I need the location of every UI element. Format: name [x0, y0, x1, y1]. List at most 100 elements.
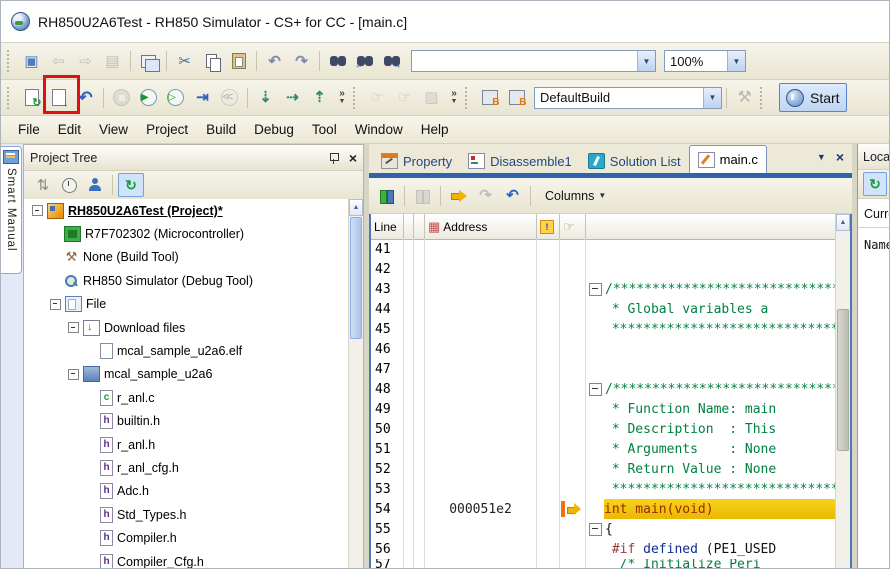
code-cell[interactable] — [586, 239, 836, 259]
menu-tool[interactable]: Tool — [303, 118, 346, 141]
code-text[interactable]: #if defined (PE1_USED — [604, 539, 836, 559]
fold-expander-icon[interactable] — [589, 383, 602, 396]
code-text[interactable] — [604, 339, 836, 359]
toolbar-overflow-button[interactable]: »▼ — [447, 85, 461, 111]
clock-icon[interactable] — [57, 174, 81, 196]
find-previous-icon[interactable]: ← — [352, 49, 377, 74]
tree-item[interactable]: hr_anl_cfg.h — [24, 456, 363, 479]
code-text[interactable]: /****************************** — [605, 379, 836, 399]
rebuild-mode-icon[interactable] — [504, 85, 529, 110]
menu-help[interactable]: Help — [412, 118, 458, 141]
code-text[interactable]: * Arguments : None — [604, 439, 836, 459]
code-cell[interactable]: * Global variables a — [586, 299, 836, 319]
tree-item[interactable]: hr_anl.h — [24, 433, 363, 456]
tree-item[interactable]: Download files — [24, 316, 363, 339]
code-text[interactable]: ****************************** — [604, 319, 836, 339]
tree-item[interactable]: RH850U2A6Test (Project)* — [24, 199, 363, 222]
code-cell[interactable]: * Function Name: main — [586, 399, 836, 419]
tree-item[interactable]: mcal_sample_u2a6.elf — [24, 339, 363, 362]
code-text[interactable]: * Global variables a — [604, 299, 836, 319]
tree-item[interactable]: cr_anl.c — [24, 386, 363, 409]
build-mode-combobox[interactable]: DefaultBuild ▼ — [534, 87, 722, 109]
ignore-break-go-icon[interactable]: ▷ — [163, 85, 188, 110]
step-return-icon[interactable]: ⇡ — [307, 85, 332, 110]
toolbar-grip[interactable] — [465, 87, 472, 109]
tab-disassemble1[interactable]: Disassemble1 — [460, 149, 580, 173]
menu-edit[interactable]: Edit — [49, 118, 90, 141]
chevron-down-icon[interactable]: ▼ — [703, 88, 721, 108]
build-download-icon[interactable] — [19, 85, 44, 110]
pin-icon[interactable] — [327, 151, 341, 165]
tab-main-c[interactable]: main.c — [689, 145, 767, 173]
code-cell[interactable]: * Return Value : None — [586, 459, 836, 479]
project-tree-scrollbar[interactable]: ▲ — [348, 199, 363, 569]
cut-icon[interactable]: ✂ — [172, 49, 197, 74]
jump-to-function-icon[interactable] — [446, 183, 471, 208]
paste-icon[interactable] — [226, 49, 251, 74]
columns-dropdown[interactable]: Columns ▼ — [545, 189, 606, 203]
watch-registers-icon[interactable] — [374, 183, 399, 208]
cascade-windows-icon[interactable] — [136, 49, 161, 74]
step-over-icon[interactable]: ⇢ — [280, 85, 305, 110]
code-text[interactable] — [604, 239, 836, 259]
scrollbar-thumb[interactable] — [837, 309, 849, 451]
code-cell[interactable]: #if defined (PE1_USED — [586, 539, 836, 559]
highlighted-code-line[interactable]: int main(void) — [604, 499, 836, 519]
code-cell[interactable]: ****************************** — [586, 479, 836, 499]
smart-manual-tab[interactable]: Smart Manual — [1, 146, 22, 274]
step-in-icon[interactable]: ⇣ — [253, 85, 278, 110]
code-text[interactable] — [604, 359, 836, 379]
toolbar-grip[interactable] — [7, 87, 14, 109]
code-cell[interactable] — [586, 259, 836, 279]
tab-list-dropdown-icon[interactable]: ▼ — [817, 152, 826, 162]
code-cell[interactable]: int main(void) — [586, 499, 836, 519]
code-text[interactable]: ****************************** — [604, 479, 836, 499]
code-cell[interactable] — [586, 359, 836, 379]
code-text[interactable]: { — [605, 519, 836, 539]
find-icon[interactable] — [325, 49, 350, 74]
code-cell[interactable]: * Arguments : None — [586, 439, 836, 459]
tree-item[interactable]: hCompiler.h — [24, 526, 363, 549]
code-cell[interactable]: /* Initialize Peri — [586, 559, 836, 569]
code-text[interactable]: * Description : This — [604, 419, 836, 439]
code-cell[interactable]: * Description : This — [586, 419, 836, 439]
window-icon[interactable]: ▣ — [19, 49, 44, 74]
menu-project[interactable]: Project — [137, 118, 197, 141]
scroll-up-button[interactable]: ▲ — [349, 199, 363, 216]
fold-expander-icon[interactable] — [589, 523, 602, 536]
build-mode-icon[interactable] — [477, 85, 502, 110]
restart-icon[interactable]: ⇥ — [190, 85, 215, 110]
scrollbar-thumb[interactable] — [350, 217, 362, 339]
go-icon[interactable]: ▶ — [136, 85, 161, 110]
tree-item[interactable]: mcal_sample_u2a6 — [24, 363, 363, 386]
find-next-icon[interactable]: → — [379, 49, 404, 74]
zoom-combobox[interactable]: 100% ▼ — [664, 50, 746, 72]
code-text[interactable]: /****************************** — [605, 279, 836, 299]
tree-item[interactable]: ⚒None (Build Tool) — [24, 246, 363, 269]
redo-icon[interactable]: ↷ — [289, 49, 314, 74]
close-icon[interactable]: × — [836, 150, 844, 164]
back-position-icon[interactable]: ↶ — [500, 183, 525, 208]
tab-property[interactable]: Property — [373, 149, 460, 173]
chevron-down-icon[interactable]: ▼ — [637, 51, 655, 71]
toolbar-grip[interactable] — [760, 87, 767, 109]
code-text[interactable]: /* Initialize Peri — [604, 559, 836, 569]
tab-solution-list[interactable]: Solution List — [580, 149, 689, 173]
tree-item[interactable]: hCompiler_Cfg.h — [24, 550, 363, 569]
tree-item[interactable]: R7F702302 (Microcontroller) — [24, 222, 363, 245]
menu-window[interactable]: Window — [346, 118, 412, 141]
tree-item[interactable]: File — [24, 293, 363, 316]
collapse-expander-icon[interactable] — [50, 299, 61, 310]
menu-build[interactable]: Build — [197, 118, 245, 141]
editor-scrollbar[interactable]: ▲ — [835, 214, 850, 569]
toolbar-grip[interactable] — [353, 87, 360, 109]
tree-item[interactable]: hStd_Types.h — [24, 503, 363, 526]
undo-icon[interactable]: ↶ — [262, 49, 287, 74]
menu-file[interactable]: File — [9, 118, 49, 141]
tree-item[interactable]: RH850 Simulator (Debug Tool) — [24, 269, 363, 292]
tree-item[interactable]: hbuiltin.h — [24, 410, 363, 433]
toolbar-overflow-button[interactable]: »▼ — [335, 85, 349, 111]
code-cell[interactable]: { — [586, 519, 836, 539]
code-cell[interactable]: ****************************** — [586, 319, 836, 339]
tree-item[interactable]: hAdc.h — [24, 480, 363, 503]
